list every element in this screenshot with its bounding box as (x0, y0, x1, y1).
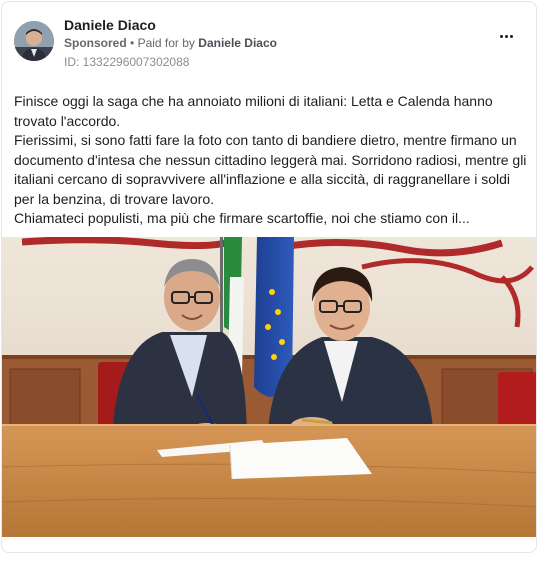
post-image[interactable] (2, 237, 536, 537)
post-text-line: Chiamateci populisti, ma più che firmare… (14, 210, 470, 226)
author-name[interactable]: Daniele Diaco (64, 17, 156, 33)
ad-id: ID: 1332296007302088 (64, 55, 190, 69)
post-text-line: Fierissimi, si sono fatti fare la foto c… (14, 132, 527, 207)
ad-post-card: Daniele Diaco Sponsored • Paid for by Da… (1, 1, 537, 553)
sponsored-label: Sponsored (64, 36, 127, 50)
sponsored-line: Sponsored • Paid for by Daniele Diaco (64, 36, 277, 50)
post-text: Finisce oggi la saga che ha annoiato mil… (14, 92, 532, 229)
separator-dot: • (130, 36, 135, 50)
avatar-photo (14, 21, 54, 61)
author-avatar[interactable] (14, 21, 54, 61)
photo-signing-scene (2, 237, 536, 537)
post-text-line: Finisce oggi la saga che ha annoiato mil… (14, 93, 493, 129)
more-options-icon[interactable] (494, 29, 518, 43)
paid-for-label: Paid for by (137, 36, 195, 50)
paid-for-name[interactable]: Daniele Diaco (198, 36, 277, 50)
